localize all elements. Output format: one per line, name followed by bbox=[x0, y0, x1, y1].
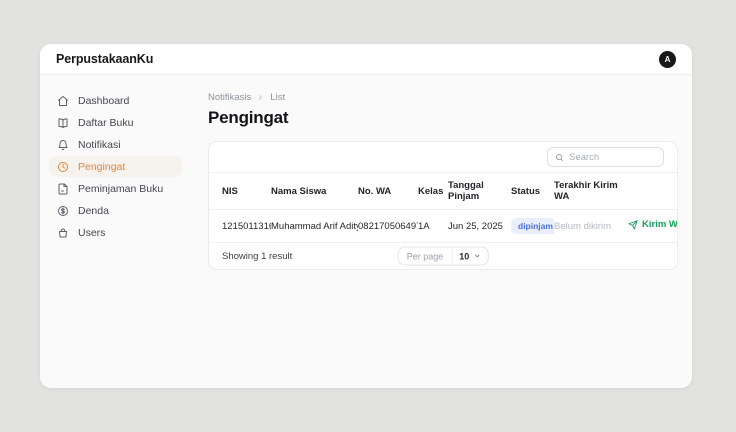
file-icon bbox=[57, 183, 69, 195]
cell-nama-siswa: Muhammad Arif Aditya bbox=[271, 210, 358, 243]
column-header-kelas: Kelas bbox=[418, 173, 448, 210]
sidebar-item-notifikasi[interactable]: Notifikasi bbox=[49, 134, 182, 155]
top-bar: PerpustakaanKu A bbox=[40, 44, 692, 75]
column-header-tanggal-pinjam: Tanggal Pinjam bbox=[448, 173, 511, 210]
column-header-nama-siswa: Nama Siswa bbox=[271, 173, 358, 210]
sidebar-item-label: Peminjaman Buku bbox=[78, 183, 163, 195]
cell-terakhir-kirim-wa: Belum dikirim bbox=[554, 210, 628, 243]
column-header-nis: NIS bbox=[209, 173, 271, 210]
per-page-value: 10 bbox=[459, 251, 469, 261]
cell-no-wa: 082170506497 bbox=[358, 210, 418, 243]
column-header-action bbox=[628, 173, 677, 210]
table-footer: Showing 1 result Per page 10 bbox=[209, 243, 677, 269]
sidebar-item-daftar-buku[interactable]: Daftar Buku bbox=[49, 112, 182, 133]
sidebar-item-label: Users bbox=[78, 227, 105, 239]
kirim-wa-button[interactable]: Kirim WA bbox=[628, 219, 677, 230]
column-header-terakhir-kirim-wa: Terakhir Kirim WA bbox=[554, 173, 628, 210]
chevron-right-icon bbox=[257, 94, 264, 101]
chevron-down-icon bbox=[473, 253, 480, 260]
kirim-wa-label: Kirim WA bbox=[642, 219, 677, 230]
home-icon bbox=[57, 95, 69, 107]
pengingat-table: NIS Nama Siswa No. WA Kelas Tanggal Pinj… bbox=[209, 172, 677, 243]
per-page-control[interactable]: Per page 10 bbox=[398, 247, 489, 266]
clock-icon bbox=[57, 161, 69, 173]
per-page-select[interactable]: 10 bbox=[452, 248, 487, 265]
bag-icon bbox=[57, 227, 69, 239]
table-card: NIS Nama Siswa No. WA Kelas Tanggal Pinj… bbox=[208, 141, 678, 270]
sidebar-item-label: Notifikasi bbox=[78, 139, 121, 151]
breadcrumb-parent[interactable]: Notifikasis bbox=[208, 92, 251, 103]
sidebar-item-label: Pengingat bbox=[78, 161, 125, 173]
cell-action: Kirim WA bbox=[628, 210, 677, 243]
bell-icon bbox=[57, 139, 69, 151]
send-icon bbox=[628, 220, 638, 230]
cell-kelas: 1A bbox=[418, 210, 448, 243]
sidebar-item-peminjaman-buku[interactable]: Peminjaman Buku bbox=[49, 178, 182, 199]
per-page-label: Per page bbox=[399, 248, 453, 265]
page-title: Pengingat bbox=[208, 108, 678, 128]
search-input[interactable] bbox=[569, 152, 656, 163]
sidebar-item-label: Daftar Buku bbox=[78, 117, 133, 129]
app-title: PerpustakaanKu bbox=[56, 52, 153, 66]
sidebar-item-dashboard[interactable]: Dashboard bbox=[49, 90, 182, 111]
cell-status: dipinjam bbox=[511, 210, 554, 243]
breadcrumb-current[interactable]: List bbox=[270, 92, 285, 103]
breadcrumb: Notifikasis List bbox=[208, 92, 678, 103]
search-icon bbox=[555, 153, 564, 162]
column-header-status: Status bbox=[511, 173, 554, 210]
column-header-no-wa: No. WA bbox=[358, 173, 418, 210]
sidebar-item-users[interactable]: Users bbox=[49, 222, 182, 243]
sidebar-item-label: Denda bbox=[78, 205, 109, 217]
status-badge: dipinjam bbox=[511, 218, 554, 234]
sidebar-item-denda[interactable]: Denda bbox=[49, 200, 182, 221]
table-header-row: NIS Nama Siswa No. WA Kelas Tanggal Pinj… bbox=[209, 173, 677, 210]
app-window: PerpustakaanKu A Dashboard Daftar Buku bbox=[40, 44, 692, 388]
sidebar-item-label: Dashboard bbox=[78, 95, 129, 107]
card-toolbar bbox=[209, 142, 677, 172]
book-icon bbox=[57, 117, 69, 129]
dollar-circle-icon bbox=[57, 205, 69, 217]
main-content: Notifikasis List Pengingat bbox=[191, 75, 692, 387]
cell-nis: 12150113167 bbox=[209, 210, 271, 243]
search-box[interactable] bbox=[547, 147, 664, 167]
results-count: Showing 1 result bbox=[222, 251, 292, 262]
sidebar-item-pengingat[interactable]: Pengingat bbox=[49, 156, 182, 177]
sidebar: Dashboard Daftar Buku Notifikasi Penging… bbox=[40, 75, 191, 387]
user-avatar[interactable]: A bbox=[659, 51, 676, 68]
cell-tanggal-pinjam: Jun 25, 2025 bbox=[448, 210, 511, 243]
table-row: 12150113167 Muhammad Arif Aditya 0821705… bbox=[209, 210, 677, 243]
